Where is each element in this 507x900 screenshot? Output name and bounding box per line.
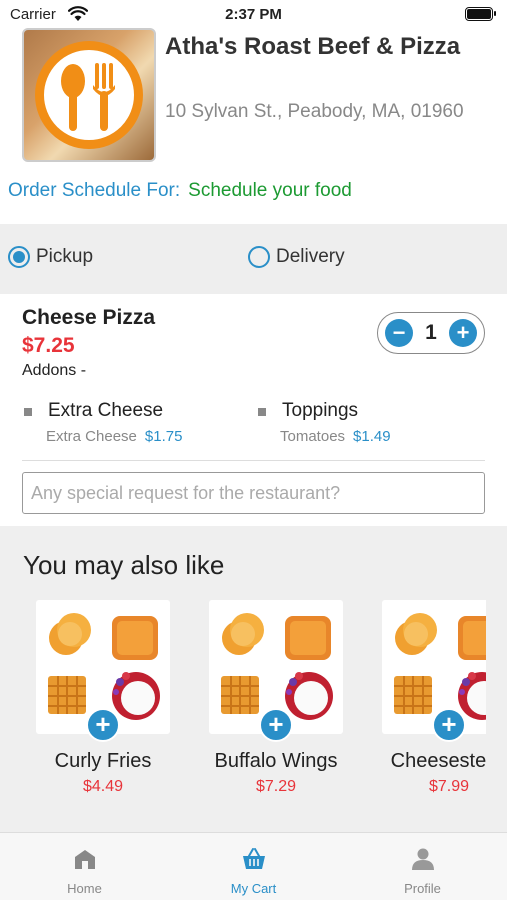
addons-label: Addons - bbox=[22, 362, 87, 379]
suggestion-price: $7.29 bbox=[255, 778, 297, 795]
tab-bar: Home My Cart Profile bbox=[0, 832, 507, 900]
quantity-value: 1 bbox=[425, 321, 437, 344]
addon-detail-name: Tomatoes bbox=[280, 428, 346, 445]
add-to-cart-button[interactable]: + bbox=[259, 708, 293, 742]
item-name: Cheese Pizza bbox=[22, 306, 156, 329]
cart-icon bbox=[243, 848, 265, 869]
suggestion-name: Buffalo Wings bbox=[214, 750, 338, 772]
radio-selected-icon bbox=[8, 246, 30, 268]
order-mode-selector: Pickup Delivery bbox=[0, 224, 507, 294]
food-image bbox=[382, 600, 486, 734]
add-to-cart-button[interactable]: + bbox=[432, 708, 466, 742]
profile-icon bbox=[412, 848, 434, 870]
suggestion-price: $4.49 bbox=[82, 778, 124, 795]
schedule-label: Order Schedule For: bbox=[8, 180, 181, 201]
quantity-stepper: − 1 + bbox=[377, 312, 485, 354]
radio-unselected-icon bbox=[248, 246, 270, 268]
addon-detail: Extra Cheese $1.75 bbox=[46, 428, 182, 445]
divider bbox=[22, 460, 485, 461]
decrease-quantity-button[interactable]: − bbox=[385, 319, 413, 347]
add-to-cart-button[interactable]: + bbox=[86, 708, 120, 742]
special-request-input[interactable] bbox=[22, 472, 485, 514]
addon-detail-name: Extra Cheese bbox=[46, 428, 137, 445]
battery-icon bbox=[465, 7, 496, 21]
tab-home[interactable]: Home bbox=[0, 833, 169, 900]
suggestion-card[interactable]: + Buffalo Wings $7.29 bbox=[207, 598, 345, 822]
cart-item: Cheese Pizza $7.25 Addons - − 1 + Extra … bbox=[0, 294, 507, 526]
suggestion-name: Curly Fries bbox=[54, 750, 152, 772]
delivery-label: Delivery bbox=[276, 246, 345, 267]
schedule-value[interactable]: Schedule your food bbox=[188, 180, 352, 201]
restaurant-name: Atha's Roast Beef & Pizza bbox=[165, 33, 461, 60]
suggestion-price: $7.99 bbox=[428, 778, 470, 795]
tab-label: My Cart bbox=[230, 881, 277, 896]
clock: 2:37 PM bbox=[225, 6, 282, 23]
addon-title: Extra Cheese bbox=[48, 400, 164, 421]
utensils-icon bbox=[61, 63, 115, 131]
pickup-label: Pickup bbox=[36, 246, 94, 267]
order-schedule[interactable]: Order Schedule For: Schedule your food bbox=[8, 180, 352, 202]
tab-my-cart[interactable]: My Cart bbox=[169, 833, 338, 900]
tab-profile[interactable]: Profile bbox=[338, 833, 507, 900]
addon-detail: Tomatoes $1.49 bbox=[280, 428, 391, 445]
addon-price: $1.75 bbox=[144, 428, 183, 445]
item-price: $7.25 bbox=[22, 334, 75, 357]
bullet-icon bbox=[24, 408, 32, 416]
restaurant-address: 10 Sylvan St., Peabody, MA, 01960 bbox=[165, 101, 464, 122]
suggestions-title: You may also like bbox=[23, 550, 225, 580]
restaurant-header: Atha's Roast Beef & Pizza 10 Sylvan St.,… bbox=[22, 28, 497, 164]
bullet-icon bbox=[258, 408, 266, 416]
addon-title: Toppings bbox=[282, 400, 359, 421]
pickup-radio[interactable]: Pickup bbox=[8, 246, 93, 268]
delivery-radio[interactable]: Delivery bbox=[248, 246, 345, 268]
suggestions-carousel[interactable]: + Curly Fries $4.49 + Buffalo Wings $7.2… bbox=[34, 598, 486, 822]
increase-quantity-button[interactable]: + bbox=[449, 319, 477, 347]
suggestion-card[interactable]: + Cheesesteak $7.99 bbox=[380, 598, 486, 822]
suggestion-name: Cheesesteak bbox=[390, 750, 486, 772]
status-bar: Carrier 2:37 PM bbox=[0, 0, 507, 30]
suggestion-card[interactable]: + Curly Fries $4.49 bbox=[34, 598, 172, 822]
tab-label: Profile bbox=[404, 881, 441, 896]
addon-price: $1.49 bbox=[353, 428, 391, 445]
suggestions-section: You may also like + Curly Fries $4.49 + … bbox=[0, 526, 507, 832]
restaurant-logo bbox=[22, 28, 156, 162]
tab-label: Home bbox=[67, 881, 102, 896]
home-icon bbox=[75, 850, 95, 869]
